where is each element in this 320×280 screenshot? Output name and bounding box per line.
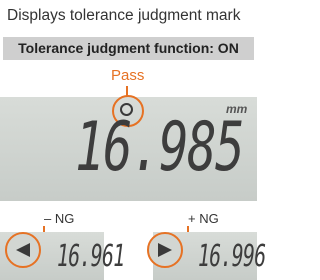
- pass-label: Pass: [111, 67, 145, 84]
- right-triangle-icon: [158, 243, 172, 257]
- upper-ng-highlight-circle: [147, 232, 183, 268]
- main-reading: 16.985: [75, 108, 245, 187]
- page-heading: Displays tolerance judgment mark: [7, 7, 241, 24]
- upper-ng-label: + NG: [188, 211, 219, 226]
- left-triangle-icon: [16, 243, 30, 257]
- function-status-bar: Tolerance judgment function: ON: [3, 37, 254, 60]
- lower-ng-highlight-circle: [5, 232, 41, 268]
- lower-ng-reading: 16.961: [57, 239, 125, 274]
- lower-ng-label: – NG: [44, 211, 75, 226]
- upper-ng-reading: 16.996: [198, 239, 266, 274]
